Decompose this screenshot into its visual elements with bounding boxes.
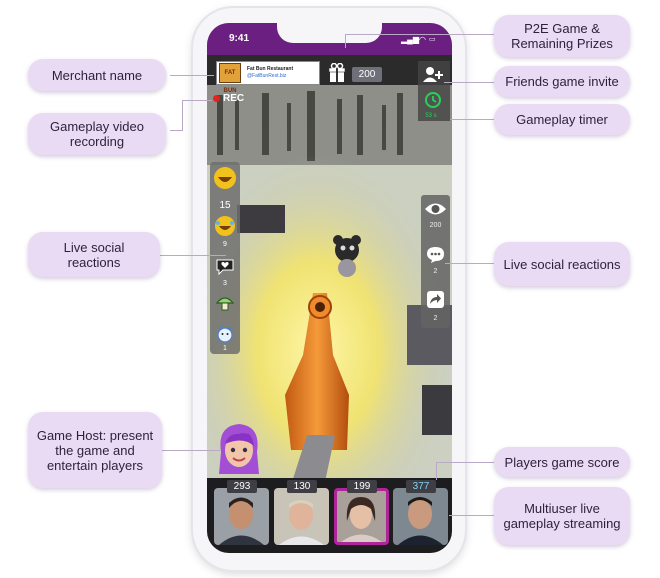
player-score: 199 xyxy=(347,480,377,493)
callout-gameplay-video-recording: Gameplay video recording xyxy=(28,113,166,155)
timer-clock-icon xyxy=(425,92,441,108)
player-video-tile[interactable] xyxy=(393,488,448,545)
reaction-count: 1 xyxy=(223,345,227,352)
heart-bubble-icon[interactable] xyxy=(215,257,235,277)
player-score: 293 xyxy=(227,480,257,493)
connector-line xyxy=(345,34,495,35)
callout-merchant-name: Merchant name xyxy=(28,59,166,91)
merchant-logo: FAT BUN xyxy=(219,63,241,94)
left-reactions-panel: 15 9 3 1 xyxy=(210,162,240,354)
rec-dot-icon xyxy=(213,95,220,102)
callout-p2e-game-prizes: P2E Game & Remaining Prizes xyxy=(494,15,630,57)
callout-game-host: Game Host: present the game and entertai… xyxy=(28,412,162,488)
wifi-icon: ◠ xyxy=(419,35,426,44)
connector-line xyxy=(450,119,494,120)
battery-icon: ▭ xyxy=(429,36,436,43)
callout-friends-game-invite: Friends game invite xyxy=(494,66,630,97)
signal-icon: ▂▄▆ xyxy=(401,35,419,44)
reaction-count: 3 xyxy=(223,280,227,287)
connector-line xyxy=(449,515,494,516)
share-icon[interactable] xyxy=(426,290,445,309)
crying-laugh-emoji-icon[interactable] xyxy=(213,214,237,238)
merchant-name: Fat Bun Restaurant xyxy=(247,66,294,72)
player-score: 130 xyxy=(287,480,317,493)
connector-line xyxy=(170,75,214,76)
gift-icon[interactable] xyxy=(328,63,346,83)
comments-count: 2 xyxy=(433,268,438,275)
merchant-handle: @FatBunRest.biz xyxy=(247,73,287,79)
connector-line xyxy=(345,34,346,48)
eye-icon[interactable] xyxy=(424,201,447,217)
player-video-tile[interactable] xyxy=(274,488,329,545)
reaction-count: 15 xyxy=(219,200,231,211)
right-reactions-panel: 200 2 2 xyxy=(421,195,450,328)
gameplay-timer: 53 s xyxy=(425,113,437,119)
connector-line xyxy=(160,450,220,451)
reaction-count: 9 xyxy=(223,241,227,248)
laughing-emoji-icon[interactable] xyxy=(211,164,239,192)
rec-label: REC xyxy=(223,93,245,104)
views-count: 200 xyxy=(429,222,442,229)
connector-line xyxy=(444,82,494,83)
shares-count: 2 xyxy=(433,315,438,322)
connector-line xyxy=(182,100,183,131)
connector-line xyxy=(445,263,495,264)
mushroom-icon[interactable] xyxy=(215,293,235,313)
connector-line xyxy=(436,462,494,463)
player-score: 377 xyxy=(406,480,436,493)
cat-icon[interactable] xyxy=(215,324,235,344)
notch xyxy=(277,23,382,43)
callout-gameplay-timer: Gameplay timer xyxy=(494,104,630,135)
status-time: 9:41 xyxy=(229,33,250,44)
game-host-avatar[interactable] xyxy=(217,422,261,476)
player-video-tile[interactable] xyxy=(214,488,269,545)
player-video-tile-active[interactable] xyxy=(334,488,389,545)
callout-players-game-score: Players game score xyxy=(494,447,630,477)
connector-line xyxy=(436,462,437,480)
callout-live-social-reactions-left: Live social reactions xyxy=(28,232,160,277)
comment-icon[interactable] xyxy=(425,246,446,264)
connector-line xyxy=(160,255,226,256)
connector-line xyxy=(182,100,212,101)
rec-indicator[interactable]: REC xyxy=(213,93,244,104)
phone-screen: 9:41 ▂▄▆ ◠ ▭ FAT BUN Fat Bun Restaurant … xyxy=(207,23,452,553)
add-friend-icon[interactable] xyxy=(422,66,444,82)
connector-line xyxy=(170,130,182,131)
callout-multiuser-live-streaming: Multiuser live gameplay streaming xyxy=(494,487,630,545)
prize-count: 200 xyxy=(352,67,382,82)
merchant-badge[interactable]: FAT BUN Fat Bun Restaurant @FatBunRest.b… xyxy=(216,61,320,94)
callout-live-social-reactions-right: Live social reactions xyxy=(494,242,630,286)
